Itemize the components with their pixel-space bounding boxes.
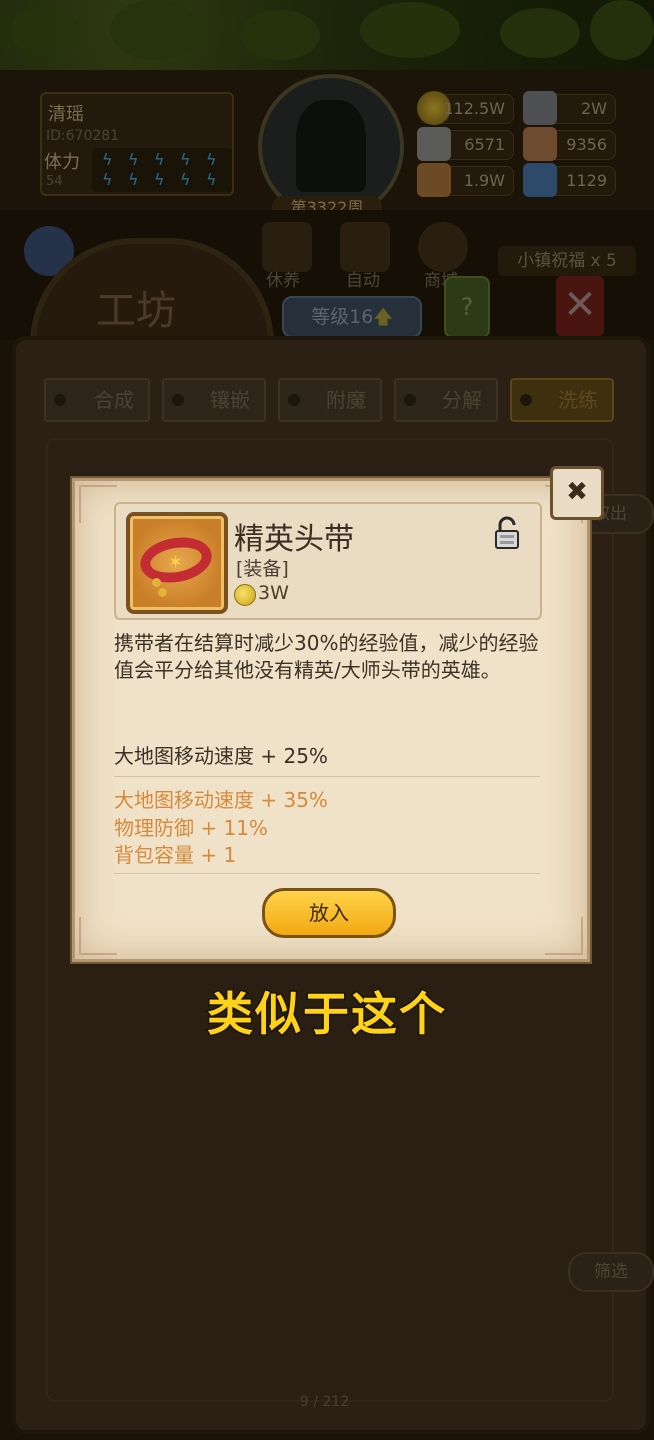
leather-icon [523,127,557,161]
caption-overlay: 类似于这个 [206,986,447,1043]
resource-wood[interactable]: 1.9W [417,163,514,197]
resource-crystal[interactable]: 1129 [523,163,616,197]
ornament-corner [79,485,117,523]
tab-enchant[interactable]: 附魔 [278,378,382,422]
resource-iron[interactable]: 2W [523,91,616,125]
bead [158,588,167,597]
put-in-button[interactable]: 放入 [262,888,396,938]
lightning-icon: ϟ [128,170,139,189]
resource-gold[interactable]: 112.5W [417,91,514,125]
level-button[interactable]: 等级16🡅 [282,296,422,338]
tab-dot [404,394,416,406]
town-bless-badge[interactable]: 小镇祝福 x 5 [498,246,636,276]
tab-refine[interactable]: 洗练 [510,378,614,422]
arrow-up-icon: 🡅 [373,306,393,328]
lightning-icon: ϟ [128,150,139,169]
filter-button[interactable]: 筛选 [568,1252,654,1292]
stamina-label: 体力 [44,152,80,173]
avatar-silhouette [296,100,366,192]
shop-icon[interactable] [418,222,468,272]
unlock-icon[interactable] [494,516,520,550]
stamina-value: 54 [46,174,63,189]
lightning-icon: ϟ [154,150,165,169]
wood-icon [417,163,451,197]
lightning-icon: ϟ [180,150,191,169]
ornament-corner [545,917,583,955]
lightning-icon: ϟ [206,170,217,189]
tab-dot [288,394,300,406]
workshop-title: 工坊 [96,288,176,334]
help-button[interactable]: ? [444,276,490,338]
crystal-icon [523,163,557,197]
lightning-icon: ϟ [154,170,165,189]
resource-stone[interactable]: 6571 [417,127,514,161]
resource-value: 1.9W [463,171,505,190]
forest-background [0,0,654,80]
tab-label: 镶嵌 [210,388,250,412]
tab-decompose[interactable]: 分解 [394,378,498,422]
level-label: 等级16 [311,306,374,328]
item-price: 3W [258,582,289,604]
tab-label: 合成 [94,388,134,412]
treasure-chest-icon[interactable] [262,222,312,272]
scroll-icon[interactable] [340,222,390,272]
bead [152,578,161,587]
tab-dot [172,394,184,406]
lightning-icon: ϟ [180,170,191,189]
tab-dot [520,394,532,406]
extra-stat: 背包容量 + 1 [114,843,237,867]
tab-dot [54,394,66,406]
item-description: 携带者在结算时减少30%的经验值，减少的经验值会平分给其他没有精英/大师头带的英… [114,631,539,682]
nav-cultivate-label[interactable]: 休养 [266,266,300,291]
base-stat: 大地图移动速度 + 25% [114,744,328,768]
nav-auto-label[interactable]: 自动 [346,266,380,291]
iron-ingot-icon [523,91,557,125]
extra-stat: 物理防御 + 11% [114,816,268,840]
tab-label: 附魔 [326,388,366,412]
item-name: 精英头带 [234,522,354,557]
divider [114,873,540,874]
page-indicator: 9 / 212 [300,1394,350,1410]
resource-value: 6571 [464,135,505,154]
player-id: ID:670281 [46,128,120,144]
tab-label: 洗练 [558,388,598,412]
close-icon[interactable]: ✖ [550,466,604,520]
player-name: 清瑶 [48,104,84,125]
extra-stat: 大地图移动速度 + 35% [114,788,328,812]
tab-label: 分解 [442,388,482,412]
resource-value: 1129 [566,171,607,190]
tab-synthesize[interactable]: 合成 [44,378,150,422]
resource-value: 9356 [566,135,607,154]
headband-icon: ✶ [126,512,228,614]
lightning-icon: ϟ [206,150,217,169]
stone-icon [417,127,451,161]
resource-value: 112.5W [443,99,505,118]
gold-coin-icon [234,584,256,606]
resource-leather[interactable]: 9356 [523,127,616,161]
divider [114,776,540,777]
resource-value: 2W [581,99,607,118]
lightning-icon: ϟ [102,170,113,189]
lightning-icon: ϟ [102,150,113,169]
item-type: [装备] [236,558,289,580]
ornament-corner [79,917,117,955]
tab-inlay[interactable]: 镶嵌 [162,378,266,422]
close-icon[interactable]: ✕ [556,276,604,336]
stamina-bar: ϟ ϟ ϟ ϟ ϟ ϟ ϟ ϟ ϟ ϟ [92,148,232,192]
sparkle-icon: ✶ [168,552,184,573]
